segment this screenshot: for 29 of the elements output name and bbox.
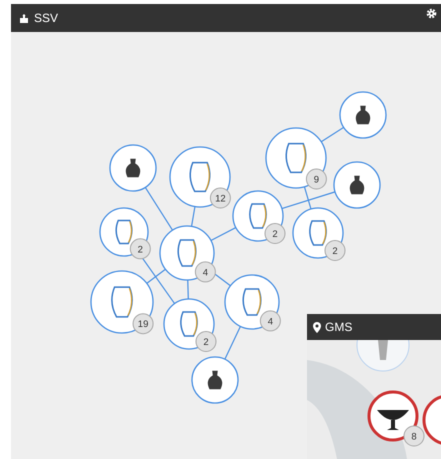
- count-badge: 12: [210, 188, 231, 208]
- vessel-node[interactable]: [90, 270, 154, 334]
- count-badge: 19: [132, 313, 154, 334]
- count-badge: 2: [196, 331, 216, 352]
- count-badge: 4: [260, 310, 281, 332]
- vessel-node[interactable]: [339, 91, 387, 139]
- count-badge: 4: [194, 261, 216, 282]
- connector-line: [320, 126, 344, 142]
- connector-line: [190, 206, 196, 226]
- map-panel-title: GMS: [325, 320, 352, 334]
- vessel-node[interactable]: [333, 161, 381, 209]
- connector-line: [144, 187, 174, 231]
- count-badge: 2: [130, 238, 151, 260]
- connector-line: [187, 280, 189, 300]
- connector-line: [210, 227, 236, 242]
- count-badge: 8: [404, 426, 424, 446]
- vessel-node[interactable]: [169, 146, 231, 208]
- count-badge: 2: [324, 240, 346, 261]
- vessel-node[interactable]: [191, 356, 239, 404]
- count-badge: 9: [306, 168, 327, 190]
- faded-vessel-node[interactable]: [356, 340, 410, 372]
- panel-title: SSV: [34, 11, 58, 25]
- connector-line: [224, 326, 241, 360]
- vessel-node[interactable]: [265, 127, 327, 189]
- settings-icon[interactable]: [426, 8, 437, 19]
- puzzle-icon: [19, 12, 30, 24]
- count-badge: 2: [264, 223, 286, 244]
- map-pin-icon: [313, 322, 321, 332]
- vessel-node[interactable]: [109, 144, 157, 192]
